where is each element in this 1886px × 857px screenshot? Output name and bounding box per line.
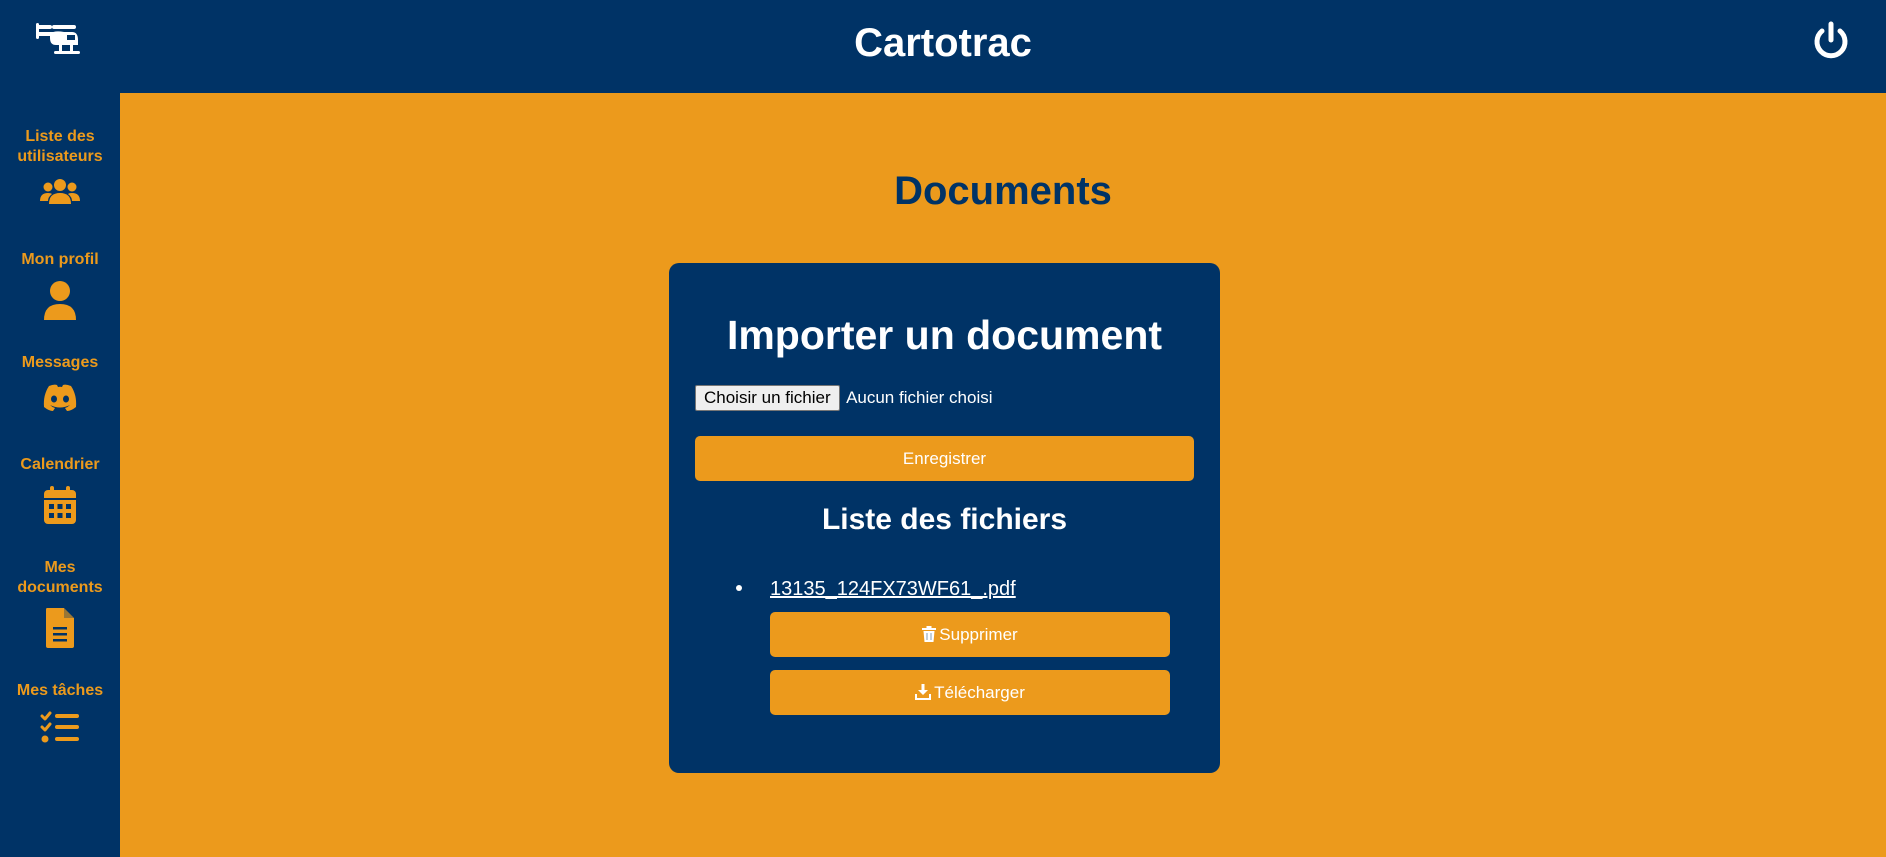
- user-icon: [43, 280, 77, 322]
- save-button[interactable]: Enregistrer: [695, 436, 1194, 481]
- discord-icon: [41, 383, 79, 413]
- sidebar-item-label: Mes tâches: [16, 682, 104, 699]
- sidebar-item-label: Mon profil: [21, 251, 99, 268]
- file-link[interactable]: 13135_124FX73WF61_.pdf: [770, 576, 1016, 602]
- delete-button-label: Supprimer: [939, 625, 1018, 644]
- page-title: Documents: [894, 169, 1112, 213]
- power-icon[interactable]: [1810, 20, 1852, 62]
- download-icon: [915, 684, 932, 700]
- sidebar-item-label: Messages: [21, 354, 99, 371]
- sidebar-item-messages[interactable]: Messages: [0, 353, 120, 413]
- upload-card: Importer un document Choisir un fichier …: [669, 263, 1220, 773]
- delete-button[interactable]: Supprimer: [770, 612, 1170, 657]
- sidebar-item-users[interactable]: Liste des utilisateurs: [0, 127, 120, 207]
- sidebar-item-label: Calendrier: [20, 456, 100, 473]
- sidebar-item-profile[interactable]: Mon profil: [0, 250, 120, 322]
- app-title: Cartotrac: [854, 21, 1032, 65]
- top-bar: Cartotrac: [0, 0, 1886, 93]
- sidebar-item-documents[interactable]: Mes documents: [0, 558, 120, 648]
- list-check-icon: [40, 711, 80, 745]
- file-input: Choisir un fichier Aucun fichier choisi: [695, 385, 993, 411]
- file-lines-icon: [45, 608, 75, 648]
- sidebar-item-label: Mes documents: [17, 559, 103, 596]
- download-button-label: Télécharger: [934, 683, 1025, 702]
- list-bullet: [736, 585, 742, 591]
- choose-file-button[interactable]: Choisir un fichier: [695, 385, 840, 411]
- sidebar-item-calendar[interactable]: Calendrier: [0, 455, 120, 525]
- sidebar-item-tasks[interactable]: Mes tâches: [0, 681, 120, 745]
- users-icon: [40, 177, 80, 207]
- file-list-title: Liste des fichiers: [821, 503, 1068, 536]
- trash-icon: [922, 626, 937, 642]
- upload-card-title: Importer un document: [726, 312, 1163, 358]
- download-button[interactable]: Télécharger: [770, 670, 1170, 715]
- sidebar: Liste des utilisateurs Mon profil Messag…: [0, 93, 120, 857]
- calendar-icon: [43, 485, 77, 525]
- file-input-status: Aucun fichier choisi: [846, 388, 993, 407]
- sidebar-item-label: Liste des utilisateurs: [17, 128, 103, 165]
